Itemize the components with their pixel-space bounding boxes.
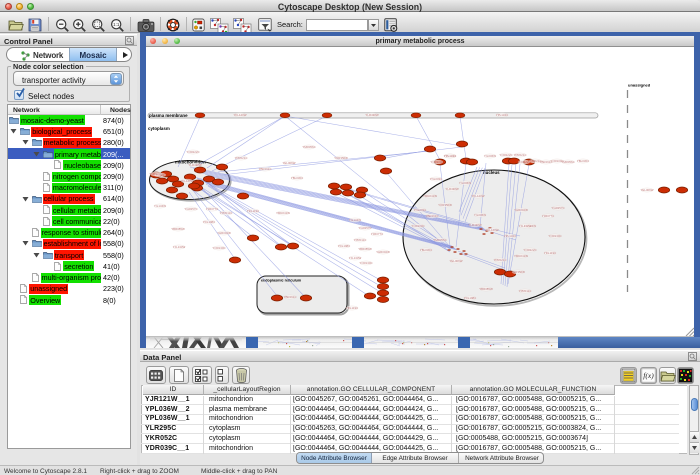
svg-text:YHR002W: YHR002W	[514, 208, 528, 212]
svg-text:YMR241W: YMR241W	[276, 211, 290, 215]
svg-text:YPR021C: YPR021C	[235, 156, 248, 160]
svg-text:YOR356W: YOR356W	[511, 270, 525, 274]
svg-text:YEL006W: YEL006W	[640, 188, 653, 192]
svg-text:YIL006W: YIL006W	[484, 154, 496, 158]
svg-text:YOR100C: YOR100C	[411, 224, 424, 228]
svg-text:YPR021C: YPR021C	[514, 153, 527, 157]
svg-text:YPL134C: YPL134C	[504, 234, 516, 238]
svg-text:YDL198C: YDL198C	[464, 296, 477, 300]
svg-text:YOR130C: YOR130C	[359, 261, 372, 265]
svg-text:YNL003C: YNL003C	[430, 177, 443, 181]
svg-text:YBR291C: YBR291C	[259, 167, 272, 171]
svg-text:f(x): f(x)	[643, 371, 654, 380]
svg-text:YPL134C: YPL134C	[496, 113, 508, 117]
svg-text:YOR222C: YOR222C	[499, 153, 512, 157]
svg-text:YBL030C: YBL030C	[291, 176, 303, 180]
svg-text:YBR291C: YBR291C	[284, 295, 297, 299]
svg-text:YOR222C: YOR222C	[186, 150, 199, 154]
svg-text:YOR356W: YOR356W	[438, 203, 452, 207]
svg-text:YMR056C: YMR056C	[433, 238, 446, 242]
svg-text:YIL006W: YIL006W	[474, 213, 486, 217]
svg-text:YEL006W: YEL006W	[449, 259, 462, 263]
svg-text:YMR056C: YMR056C	[302, 145, 315, 149]
svg-text:YGR257C: YGR257C	[184, 207, 197, 211]
svg-text:YDL119C: YDL119C	[346, 306, 358, 310]
svg-text:YKL120W: YKL120W	[180, 179, 193, 183]
svg-text:YOR130C: YOR130C	[212, 246, 225, 250]
svg-text:YHR002W: YHR002W	[217, 231, 231, 235]
svg-text:nucleus: nucleus	[483, 170, 500, 175]
svg-text:YBL030C: YBL030C	[420, 248, 432, 252]
svg-text:YLR438W: YLR438W	[468, 223, 481, 227]
svg-text:YMR241W: YMR241W	[423, 194, 437, 198]
svg-text:YBR085W: YBR085W	[358, 247, 372, 251]
svg-text:YPL134C: YPL134C	[444, 154, 456, 158]
svg-text:unassigned: unassigned	[628, 83, 651, 88]
svg-text:YOR100C: YOR100C	[430, 160, 443, 164]
svg-text:YHR002W: YHR002W	[376, 250, 390, 254]
svg-text:YJR077C: YJR077C	[371, 232, 383, 236]
svg-text:YLR438W: YLR438W	[188, 163, 201, 167]
svg-text:YJR077C: YJR077C	[206, 207, 218, 211]
svg-text:YJR077C: YJR077C	[542, 214, 554, 218]
svg-text:YLR438W: YLR438W	[445, 187, 458, 191]
svg-text:1:1: 1:1	[113, 22, 120, 27]
svg-text:YPR011C: YPR011C	[354, 238, 367, 242]
svg-text:YIL134W: YIL134W	[154, 204, 166, 208]
svg-text:YIL006W: YIL006W	[459, 181, 471, 185]
svg-text:YDL198C: YDL198C	[338, 244, 351, 248]
svg-text:cytoplasm: cytoplasm	[148, 126, 170, 131]
svg-text:YJL133W: YJL133W	[349, 256, 362, 260]
svg-text:YDL119C: YDL119C	[247, 209, 259, 213]
svg-text:YOR100C: YOR100C	[149, 172, 162, 176]
svg-text:YKL120W: YKL120W	[485, 228, 498, 232]
svg-text:YLR438W: YLR438W	[365, 113, 378, 117]
svg-text:YJL133W: YJL133W	[519, 224, 532, 228]
svg-text:YBR085W: YBR085W	[479, 287, 493, 291]
svg-text:YKL120W: YKL120W	[233, 113, 246, 117]
svg-text:YIL134W: YIL134W	[349, 218, 361, 222]
svg-text:YOR130C: YOR130C	[548, 234, 561, 238]
svg-text:YMR241W: YMR241W	[514, 254, 528, 258]
svg-text:YPR011C: YPR011C	[519, 289, 532, 293]
svg-text:YKL120W: YKL120W	[471, 194, 484, 198]
svg-text:YNL003C: YNL003C	[414, 208, 427, 212]
svg-text:YBL030C: YBL030C	[577, 159, 589, 163]
svg-text:YMR056C: YMR056C	[561, 160, 574, 164]
svg-text:YDL119C: YDL119C	[544, 251, 556, 255]
svg-text:YPR021C: YPR021C	[494, 258, 507, 262]
svg-text:YGR257C: YGR257C	[358, 226, 371, 230]
svg-text:YGR257C: YGR257C	[551, 206, 564, 210]
svg-text:YBR085W: YBR085W	[171, 227, 185, 231]
svg-text:endoplasmic reticulum: endoplasmic reticulum	[261, 279, 302, 283]
svg-text:YDL198C: YDL198C	[203, 220, 216, 224]
svg-text:YJL133W: YJL133W	[173, 245, 186, 249]
svg-text:YPR011C: YPR011C	[220, 211, 233, 215]
svg-text:YOR356W: YOR356W	[334, 156, 348, 160]
svg-text:YBR291C: YBR291C	[426, 214, 439, 218]
svg-text:plasma membrane: plasma membrane	[149, 113, 188, 118]
svg-text:YOR222C: YOR222C	[523, 248, 536, 252]
svg-text:YEL006W: YEL006W	[282, 161, 295, 165]
